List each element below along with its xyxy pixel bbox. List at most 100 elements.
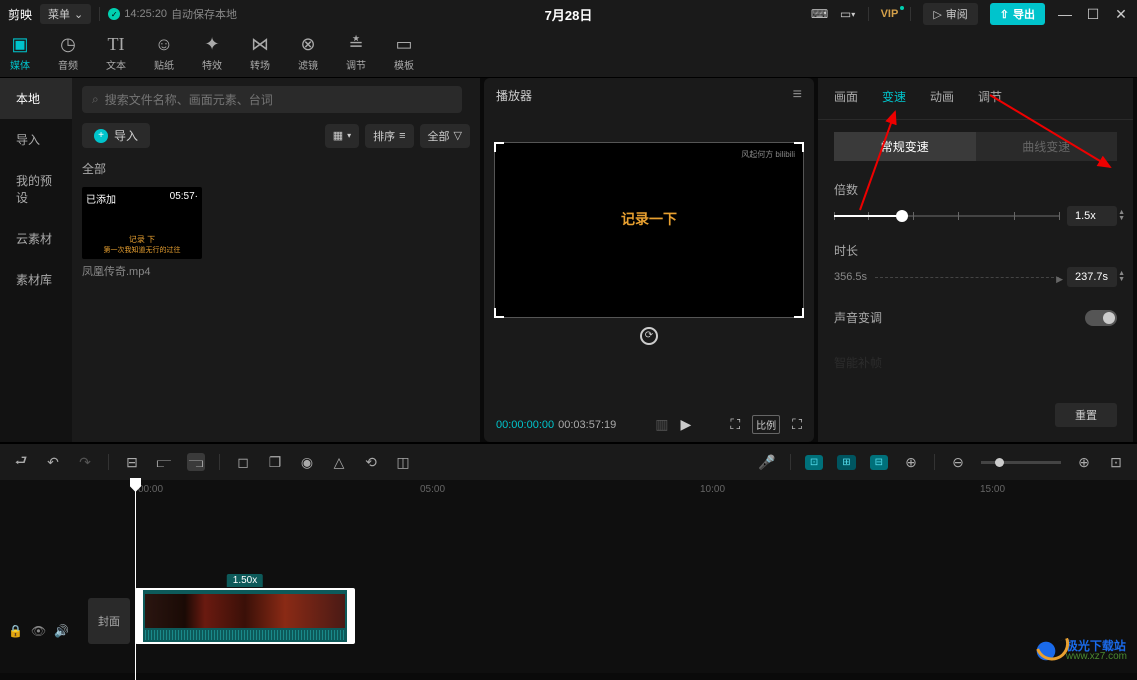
sidebar-item-cloud[interactable]: 云素材 bbox=[0, 218, 72, 259]
player-viewport[interactable]: 风起何方 bilibili 记录一下 ⟳ bbox=[484, 112, 814, 347]
cut-mode-button[interactable]: ⊕ bbox=[902, 453, 920, 471]
grid-icon: ▦ bbox=[333, 129, 343, 142]
sidebar-item-import[interactable]: 导入 bbox=[0, 119, 72, 160]
layout-icon[interactable]: ▭▾ bbox=[840, 6, 856, 22]
crop-frame-tool[interactable]: ◫ bbox=[394, 453, 412, 471]
sidebar-item-library[interactable]: 素材库 bbox=[0, 259, 72, 300]
pitch-toggle[interactable] bbox=[1085, 310, 1117, 326]
undo-button[interactable]: ↶ bbox=[44, 453, 62, 471]
zoom-thumb[interactable] bbox=[995, 458, 1004, 467]
mode-curve-speed[interactable]: 曲线变速 bbox=[976, 132, 1118, 161]
tab-template[interactable]: ▭模板 bbox=[394, 33, 414, 72]
menu-dropdown[interactable]: 菜单 ⌄ bbox=[40, 4, 91, 24]
tab-color-adjust[interactable]: 调节 bbox=[978, 88, 1002, 109]
zoom-out-button[interactable]: ⊖ bbox=[949, 453, 967, 471]
reset-button[interactable]: 重置 bbox=[1055, 403, 1117, 427]
pointer-tool[interactable]: ⮐ bbox=[12, 453, 30, 471]
split-left-tool[interactable]: ⫍ bbox=[155, 453, 173, 471]
review-button[interactable]: ▷ 审阅 bbox=[923, 3, 977, 25]
tab-animation[interactable]: 动画 bbox=[930, 88, 954, 109]
copy-tool[interactable]: ❐ bbox=[266, 453, 284, 471]
speaker-icon[interactable]: 🔊 bbox=[54, 624, 69, 638]
split-tool[interactable]: ⊟ bbox=[123, 453, 141, 471]
speed-value-input[interactable]: 1.5x ▲▼ bbox=[1067, 206, 1117, 226]
view-grid-button[interactable]: ▦▾ bbox=[325, 124, 359, 148]
timeline-tracks[interactable]: 🔒 👁 🔊 封面 1.50x bbox=[0, 504, 1137, 654]
search-input[interactable] bbox=[105, 93, 452, 107]
mirror-tool[interactable]: △ bbox=[330, 453, 348, 471]
ruler-mark: 10:00 bbox=[700, 484, 725, 495]
crop-handle-tl[interactable] bbox=[494, 142, 504, 152]
export-label: 导出 bbox=[1013, 6, 1035, 22]
snap-main-button[interactable]: ⊡ bbox=[805, 455, 823, 470]
tab-media[interactable]: ▣媒体 bbox=[10, 33, 30, 72]
speed-slider[interactable] bbox=[834, 215, 1059, 217]
media-thumbnail[interactable]: 已添加 05:57· 记录 下 第一次我知道无行的过往 bbox=[82, 187, 202, 259]
tab-sticker[interactable]: ☺贴纸 bbox=[154, 33, 174, 72]
cover-button[interactable]: 封面 bbox=[88, 598, 130, 644]
project-title[interactable]: 7月28日 bbox=[545, 5, 593, 24]
vip-badge[interactable]: VIP bbox=[881, 8, 899, 20]
compare-icon[interactable]: ▥ bbox=[655, 416, 668, 433]
spinner-arrows[interactable]: ▲▼ bbox=[1118, 210, 1125, 222]
sidebar-item-local[interactable]: 本地 bbox=[0, 78, 72, 119]
maximize-button[interactable]: ☐ bbox=[1085, 6, 1101, 22]
zoom-fit-button[interactable]: ⊡ bbox=[1107, 453, 1125, 471]
tab-adjust[interactable]: ≛调节 bbox=[346, 33, 366, 72]
play-button[interactable]: ▶ bbox=[681, 416, 692, 433]
tab-text[interactable]: TI文本 bbox=[106, 33, 126, 72]
duration-value-input[interactable]: 237.7s ▲▼ bbox=[1067, 267, 1117, 287]
split-right-tool[interactable]: ⫎ bbox=[187, 453, 205, 471]
mode-normal-speed[interactable]: 常规变速 bbox=[834, 132, 976, 161]
reverse-tool[interactable]: ◉ bbox=[298, 453, 316, 471]
timeline-clip[interactable]: 1.50x bbox=[135, 588, 355, 644]
filter-all-button[interactable]: 全部▽ bbox=[420, 124, 470, 148]
lock-icon[interactable]: 🔒 bbox=[8, 624, 23, 638]
logo-url-text: www.xz7.com bbox=[1066, 652, 1127, 662]
redo-button[interactable]: ↷ bbox=[76, 453, 94, 471]
media-duration: 05:57· bbox=[170, 191, 198, 202]
tab-filter[interactable]: ⊗滤镜 bbox=[298, 33, 318, 72]
spinner-arrows[interactable]: ▲▼ bbox=[1118, 271, 1125, 283]
keyboard-icon[interactable]: ⌨ bbox=[812, 6, 828, 22]
close-button[interactable]: ✕ bbox=[1113, 6, 1129, 22]
speed-slider-thumb[interactable] bbox=[896, 210, 908, 222]
zoom-slider[interactable] bbox=[981, 461, 1061, 464]
tab-picture[interactable]: 画面 bbox=[834, 88, 858, 109]
snapshot-icon[interactable]: ⛶ bbox=[730, 416, 740, 433]
tab-speed[interactable]: 变速 bbox=[882, 88, 906, 109]
tab-effects[interactable]: ✦特效 bbox=[202, 33, 222, 72]
review-label: 审阅 bbox=[946, 6, 968, 22]
added-badge: 已添加 bbox=[86, 191, 116, 206]
media-filename: 凤凰传奇.mp4 bbox=[82, 263, 202, 279]
sidebar-item-presets[interactable]: 我的预设 bbox=[0, 160, 72, 218]
zoom-in-button[interactable]: ⊕ bbox=[1075, 453, 1093, 471]
player-menu-icon[interactable]: ≡ bbox=[793, 86, 802, 104]
crop-handle-br[interactable] bbox=[794, 308, 804, 318]
media-item[interactable]: 已添加 05:57· 记录 下 第一次我知道无行的过往 凤凰传奇.mp4 bbox=[82, 187, 202, 279]
video-frame[interactable]: 风起何方 bilibili 记录一下 ⟳ bbox=[494, 142, 804, 318]
ratio-button[interactable]: 比例 bbox=[752, 415, 780, 434]
duration-from: 356.5s bbox=[834, 271, 867, 283]
export-button[interactable]: ⇧ 导出 bbox=[990, 3, 1045, 25]
import-button[interactable]: + 导入 bbox=[82, 123, 150, 148]
minimize-button[interactable]: — bbox=[1057, 6, 1073, 22]
search-bar[interactable]: ⌕ bbox=[82, 86, 462, 113]
timeline-ruler[interactable]: 00:00 05:00 10:00 15:00 bbox=[0, 480, 1137, 504]
crop-handle-tr[interactable] bbox=[794, 142, 804, 152]
fullscreen-icon[interactable]: ⛶ bbox=[792, 416, 802, 433]
rotate-tool[interactable]: ⟲ bbox=[362, 453, 380, 471]
tab-audio[interactable]: ◷音频 bbox=[58, 33, 78, 72]
refresh-icon[interactable]: ⟳ bbox=[640, 327, 658, 345]
sort-button[interactable]: 排序≡ bbox=[365, 124, 413, 148]
import-label: 导入 bbox=[114, 127, 138, 144]
crop-handle-bl[interactable] bbox=[494, 308, 504, 318]
crop-tool[interactable]: ◻ bbox=[234, 453, 252, 471]
clip-handle-right[interactable] bbox=[347, 590, 353, 642]
clip-handle-left[interactable] bbox=[137, 590, 143, 642]
eye-icon[interactable]: 👁 bbox=[31, 624, 46, 638]
tab-transition[interactable]: ⋈转场 bbox=[250, 33, 270, 72]
snap-link-button[interactable]: ⊟ bbox=[870, 455, 888, 470]
snap-track-button[interactable]: ⊞ bbox=[837, 455, 855, 470]
mic-icon[interactable]: 🎤 bbox=[758, 453, 776, 471]
